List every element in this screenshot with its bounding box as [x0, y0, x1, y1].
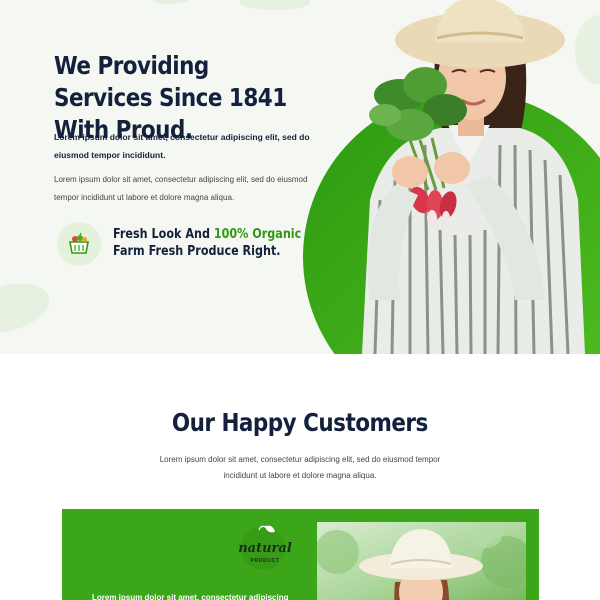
logo-subtext: PRODUCT [251, 558, 280, 564]
customer-photo [317, 522, 526, 600]
produce-basket-icon [57, 222, 101, 266]
hero-lead-text: Lorem ipsum dolor sit amet, consectetur … [54, 132, 310, 160]
feature-text-after: Farm Fresh Produce Right. [113, 244, 281, 259]
section-title: Our Happy Customers [0, 406, 600, 440]
decorative-brush [0, 273, 55, 342]
decorative-brush [240, 0, 310, 10]
hero-section: We Providing Services Since 1841 With Pr… [0, 0, 600, 354]
feature-text-accent: 100% Organic [213, 227, 302, 242]
logo-text: natural [238, 541, 292, 556]
feature-text: Fresh Look And 100% Organic Farm Fresh P… [113, 226, 311, 260]
customer-photo-image [317, 522, 526, 600]
hero-woman-image [362, 0, 585, 354]
hero-body-text: Lorem ipsum dolor sit amet, consectetur … [54, 175, 308, 202]
section-subtitle: Lorem ipsum dolor sit amet, consectetur … [159, 455, 441, 480]
decorative-brush [150, 0, 190, 4]
testimonial-quote: Lorem ipsum dolor sit amet, consectetur … [92, 593, 289, 600]
feature-text-before: Fresh Look And [113, 227, 214, 242]
natural-product-logo: natural PRODUCT [238, 525, 292, 570]
section-title-text: Our Happy Customers [172, 408, 428, 437]
